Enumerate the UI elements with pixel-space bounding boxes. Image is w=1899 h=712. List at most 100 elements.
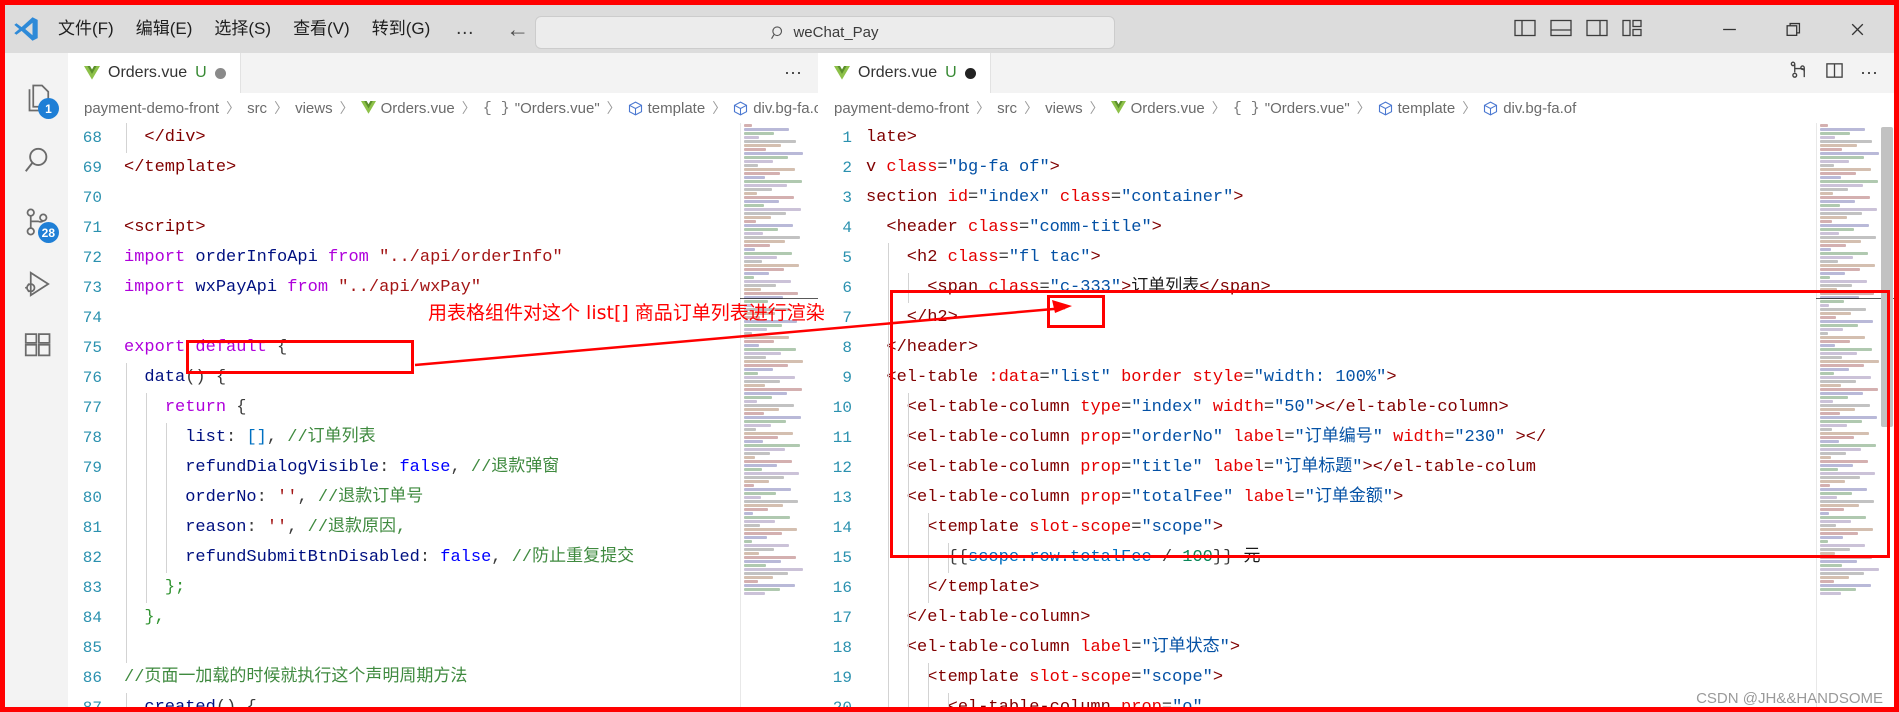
- command-center-search[interactable]: weChat_Pay: [535, 16, 1115, 49]
- code-line[interactable]: 76 data() {: [68, 363, 818, 393]
- code-line[interactable]: 87 created() {: [68, 693, 818, 707]
- code-line[interactable]: 75 export default {: [68, 333, 818, 363]
- breadcrumb-left[interactable]: payment-demo-front 〉 src 〉 views 〉 Order…: [68, 93, 818, 123]
- code-line[interactable]: 78 list: [], //订单列表: [68, 423, 818, 453]
- code-line[interactable]: 15 {{scope.row.totalFee / 100}} 元: [818, 543, 1894, 573]
- code-line[interactable]: 6 <span class="c-333">订单列表</span>: [818, 273, 1894, 303]
- code-line[interactable]: 83 };: [68, 573, 818, 603]
- code-line[interactable]: 7 </h2>: [818, 303, 1894, 333]
- tab-orders-vue-right[interactable]: Orders.vue U: [818, 53, 991, 93]
- code-line[interactable]: 2v class="bg-fa of">: [818, 153, 1894, 183]
- menu-item-view[interactable]: 查看(V): [282, 5, 361, 53]
- breadcrumb-right[interactable]: payment-demo-front 〉 src 〉 views 〉 Order…: [818, 93, 1894, 123]
- code-line[interactable]: 73 import wxPayApi from "../api/wxPay": [68, 273, 818, 303]
- code-line[interactable]: 11 <el-table-column prop="orderNo" label…: [818, 423, 1894, 453]
- breadcrumb-item-module[interactable]: { } "Orders.vue": [483, 100, 600, 117]
- code-line[interactable]: 77 return {: [68, 393, 818, 423]
- breadcrumb-item-project[interactable]: payment-demo-front: [84, 100, 219, 117]
- layout-controls[interactable]: [1514, 5, 1644, 53]
- code-line[interactable]: 16 </template>: [818, 573, 1894, 603]
- breadcrumb-item-views[interactable]: views: [295, 100, 333, 117]
- menu-item-file[interactable]: 文件(F): [47, 5, 125, 53]
- menu-item-selection[interactable]: 选择(S): [203, 5, 282, 53]
- menu-bar[interactable]: 文件(F) 编辑(E) 选择(S) 查看(V) 转到(G) …: [47, 5, 490, 53]
- minimize-button[interactable]: [1697, 5, 1761, 53]
- code-line[interactable]: 74: [68, 303, 818, 333]
- menu-item-go[interactable]: 转到(G): [361, 5, 442, 53]
- code-line[interactable]: 72 import orderInfoApi from "../api/order…: [68, 243, 818, 273]
- code-line[interactable]: 70: [68, 183, 818, 213]
- close-button[interactable]: [1825, 5, 1889, 53]
- vertical-scrollbar-left[interactable]: [804, 123, 818, 707]
- tab-dirty-indicator[interactable]: [964, 67, 976, 79]
- breadcrumb-item-views[interactable]: views: [1045, 100, 1083, 117]
- menu-overflow-button[interactable]: …: [441, 5, 490, 53]
- code-line[interactable]: 71 <script>: [68, 213, 818, 243]
- minimap-line: [1820, 484, 1830, 487]
- code-line[interactable]: 13 <el-table-column prop="totalFee" labe…: [818, 483, 1894, 513]
- code-line[interactable]: 82 refundSubmitBtnDisabled: false, //防止重…: [68, 543, 818, 573]
- breadcrumb-item-template[interactable]: template: [1378, 100, 1455, 117]
- go-back-icon[interactable]: ←: [506, 17, 529, 41]
- restore-window-icon[interactable]: [1761, 5, 1825, 53]
- window-controls[interactable]: [1697, 5, 1889, 53]
- code-line[interactable]: 8 </header>: [818, 333, 1894, 363]
- breadcrumb-item-src[interactable]: src: [997, 100, 1017, 117]
- breadcrumb-item-module[interactable]: { } "Orders.vue": [1233, 100, 1350, 117]
- indent-guide: [888, 543, 889, 573]
- more-actions-icon[interactable]: ⋯: [784, 63, 802, 84]
- toggle-secondary-sidebar-icon[interactable]: [1586, 19, 1608, 39]
- code-line[interactable]: 86 //页面一加载的时候就执行这个声明周期方法: [68, 663, 818, 693]
- code-line[interactable]: 4 <header class="comm-title">: [818, 213, 1894, 243]
- tab-bar-actions-right[interactable]: ⋯: [1790, 53, 1894, 93]
- breadcrumb-item-div[interactable]: div.bg-fa.of: [733, 100, 818, 117]
- tab-dirty-indicator[interactable]: [214, 67, 226, 79]
- breadcrumb-item-template[interactable]: template: [628, 100, 705, 117]
- scrollbar-thumb[interactable]: [1881, 127, 1893, 427]
- breadcrumb-item-div[interactable]: div.bg-fa.of: [1483, 100, 1576, 117]
- search-input-value[interactable]: weChat_Pay: [793, 24, 878, 41]
- code-line[interactable]: 20 <el-table-column prop="o": [818, 693, 1894, 707]
- code-line[interactable]: 3 section id="index" class="container">: [818, 183, 1894, 213]
- sidebar-item-explorer[interactable]: 1: [5, 67, 68, 129]
- breadcrumb-item-project[interactable]: payment-demo-front: [834, 100, 969, 117]
- code-line[interactable]: 12 <el-table-column prop="title" label="…: [818, 453, 1894, 483]
- code-editor-left[interactable]: 68 </div> 69 </template> 70 71 <script> 72 impo…: [68, 123, 818, 707]
- code-line[interactable]: 9 <el-table :data="list" border style="w…: [818, 363, 1894, 393]
- code-line[interactable]: 19 <template slot-scope="scope">: [818, 663, 1894, 693]
- sidebar-item-search[interactable]: [5, 129, 68, 191]
- more-actions-icon[interactable]: ⋯: [1860, 63, 1878, 84]
- split-editor-icon[interactable]: [1825, 61, 1844, 85]
- code-line[interactable]: 1 late>: [818, 123, 1894, 153]
- code-line[interactable]: 84 },: [68, 603, 818, 633]
- tab-bar-actions-left[interactable]: ⋯: [784, 53, 818, 93]
- code-line[interactable]: 68 </div>: [68, 123, 818, 153]
- code-line[interactable]: 14 <template slot-scope="scope">: [818, 513, 1894, 543]
- breadcrumb-item-file[interactable]: Orders.vue: [1110, 100, 1205, 117]
- sidebar-item-extensions[interactable]: [5, 315, 68, 377]
- code-token: {: [236, 398, 247, 417]
- toggle-primary-sidebar-icon[interactable]: [1514, 19, 1536, 39]
- toggle-panel-icon[interactable]: [1550, 19, 1572, 39]
- breadcrumb-item-file[interactable]: Orders.vue: [360, 100, 455, 117]
- code-line[interactable]: 85: [68, 633, 818, 663]
- code-line[interactable]: 10 <el-table-column type="index" width="…: [818, 393, 1894, 423]
- tab-orders-vue-left[interactable]: Orders.vue U: [68, 53, 241, 93]
- code-line[interactable]: 80 orderNo: '', //退款订单号: [68, 483, 818, 513]
- code-line[interactable]: 18 <el-table-column label="订单状态">: [818, 633, 1894, 663]
- breadcrumb-item-src[interactable]: src: [247, 100, 267, 117]
- code-line[interactable]: 69 </template>: [68, 153, 818, 183]
- code-editor-right[interactable]: 1 late> 2 v class="bg-fa of"> 3 section id="i…: [818, 123, 1894, 707]
- menu-item-edit[interactable]: 编辑(E): [125, 5, 204, 53]
- indent-guide: [908, 423, 909, 453]
- code-line[interactable]: 81 reason: '', //退款原因,: [68, 513, 818, 543]
- code-line[interactable]: 5 <h2 class="fl tac">: [818, 243, 1894, 273]
- code-line[interactable]: 79 refundDialogVisible: false, //退款弹窗: [68, 453, 818, 483]
- sidebar-item-source-control[interactable]: 28: [5, 191, 68, 253]
- vertical-scrollbar-right[interactable]: [1880, 123, 1894, 707]
- code-line[interactable]: 17 </el-table-column>: [818, 603, 1894, 633]
- open-changes-icon[interactable]: [1790, 61, 1809, 85]
- sidebar-item-run-debug[interactable]: [5, 253, 68, 315]
- customize-layout-icon[interactable]: [1622, 19, 1644, 39]
